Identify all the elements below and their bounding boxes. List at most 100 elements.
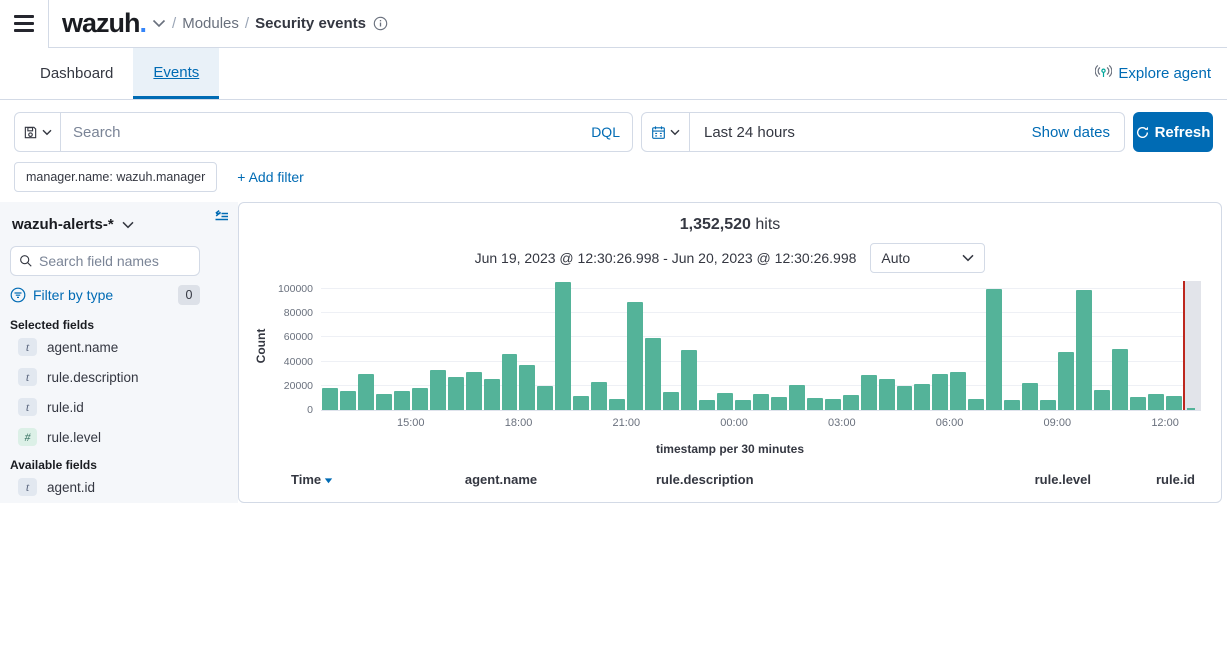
- filter-bar: manager.name: wazuh.manager + Add filter: [0, 158, 1227, 202]
- histogram-bar[interactable]: [357, 373, 374, 410]
- histogram-bar[interactable]: [663, 392, 680, 410]
- histogram-bar[interactable]: [573, 396, 590, 410]
- string-type-icon: t: [18, 368, 37, 386]
- string-type-icon: t: [18, 338, 37, 356]
- x-axis-ticks: 15:00 18:00 21:00 00:00 03:00 06:00 09:00 12:00: [321, 417, 1201, 433]
- histogram-bar[interactable]: [699, 399, 715, 410]
- column-header-time[interactable]: Time: [291, 472, 391, 487]
- histogram-chart: Count 0 20000 40000 60000 80000 100000: [251, 281, 1201, 416]
- histogram-bar[interactable]: [716, 393, 733, 410]
- histogram-bar[interactable]: [627, 301, 644, 410]
- partial-bucket-bar[interactable]: [1186, 408, 1196, 410]
- histogram-bar[interactable]: [824, 399, 841, 410]
- histogram-bar[interactable]: [537, 386, 554, 410]
- histogram-bar[interactable]: [968, 398, 985, 410]
- filter-pill[interactable]: manager.name: wazuh.manager: [14, 162, 218, 192]
- histogram-bar[interactable]: [375, 393, 392, 410]
- refresh-button[interactable]: Refresh: [1133, 112, 1213, 152]
- y-tick-label: 40000: [283, 355, 313, 368]
- field-item-rule-id[interactable]: t rule.id: [10, 392, 200, 422]
- histogram-bar[interactable]: [842, 394, 859, 410]
- string-type-icon: t: [18, 398, 37, 416]
- menu-icon[interactable]: [0, 0, 49, 48]
- histogram-bar[interactable]: [914, 384, 931, 410]
- column-header-rule-id[interactable]: rule.id: [1091, 472, 1195, 487]
- histogram-bar[interactable]: [339, 391, 356, 410]
- field-item-rule-description[interactable]: t rule.description: [10, 362, 200, 392]
- explore-agent-button[interactable]: Explore agent: [1095, 48, 1227, 99]
- field-item-agent-name[interactable]: t agent.name: [10, 332, 200, 362]
- info-icon[interactable]: [373, 16, 388, 31]
- query-language-button[interactable]: DQL: [579, 124, 632, 140]
- collapse-sidebar-icon[interactable]: [213, 208, 230, 227]
- search-input[interactable]: [61, 123, 580, 141]
- y-tick-label: 80000: [283, 307, 313, 320]
- histogram-bar[interactable]: [1111, 348, 1128, 410]
- calendar-button[interactable]: [642, 113, 690, 151]
- app-switcher[interactable]: wazuh.: [49, 8, 166, 39]
- add-filter-button[interactable]: + Add filter: [237, 169, 304, 185]
- hits-line: 1,352,520 hits: [239, 216, 1221, 234]
- date-picker: Last 24 hours Show dates: [640, 112, 1125, 152]
- histogram-bar[interactable]: [896, 386, 913, 410]
- histogram-bar[interactable]: [411, 388, 428, 410]
- x-axis-title: timestamp per 30 minutes: [655, 442, 805, 456]
- histogram-bar[interactable]: [752, 394, 769, 410]
- histogram-bar[interactable]: [1022, 383, 1039, 410]
- histogram-bar[interactable]: [1058, 351, 1075, 410]
- index-pattern-selector[interactable]: wazuh-alerts-*: [10, 210, 238, 233]
- histogram-bar[interactable]: [734, 399, 751, 410]
- field-item-rule-level[interactable]: # rule.level: [10, 422, 200, 452]
- index-pattern-name: wazuh-alerts-*: [12, 216, 114, 233]
- histogram-bar[interactable]: [986, 289, 1003, 410]
- histogram-bar[interactable]: [1076, 289, 1092, 410]
- histogram-bar[interactable]: [1040, 400, 1057, 410]
- histogram-bar[interactable]: [322, 388, 338, 410]
- histogram-bar[interactable]: [483, 378, 500, 410]
- histogram-bar[interactable]: [429, 370, 446, 410]
- histogram-bar[interactable]: [1165, 396, 1182, 410]
- column-header-agent-name[interactable]: agent.name: [391, 472, 611, 487]
- histogram-bar[interactable]: [1004, 399, 1021, 410]
- histogram-bar[interactable]: [932, 374, 949, 410]
- histogram-bar[interactable]: [591, 381, 608, 410]
- histogram-bar[interactable]: [770, 397, 787, 410]
- histogram-bar[interactable]: [447, 377, 464, 410]
- column-header-rule-level[interactable]: rule.level: [951, 472, 1091, 487]
- hits-count: 1,352,520: [679, 216, 751, 233]
- chevron-down-icon: [42, 129, 52, 135]
- filter-by-type-button[interactable]: Filter by type: [10, 287, 113, 303]
- show-dates-button[interactable]: Show dates: [1032, 124, 1124, 141]
- histogram-bar[interactable]: [1147, 394, 1164, 410]
- y-tick-label: 60000: [283, 331, 313, 344]
- column-header-rule-description[interactable]: rule.description: [611, 472, 951, 487]
- tab-dashboard[interactable]: Dashboard: [20, 48, 133, 99]
- histogram-bar[interactable]: [950, 371, 967, 410]
- field-item-agent-id[interactable]: t agent.id: [10, 472, 200, 502]
- field-search-input[interactable]: [39, 253, 179, 269]
- histogram-bar[interactable]: [519, 364, 536, 410]
- histogram-bar[interactable]: [681, 350, 698, 410]
- histogram-bar[interactable]: [806, 397, 823, 410]
- histogram-bar[interactable]: [609, 398, 626, 410]
- histogram-bar[interactable]: [788, 384, 805, 410]
- results-table-header: Time agent.name rule.description rule.le…: [239, 472, 1221, 487]
- interval-select[interactable]: Auto: [870, 243, 986, 273]
- histogram-bar[interactable]: [878, 379, 895, 410]
- histogram-bar[interactable]: [645, 338, 662, 410]
- histogram-bar[interactable]: [555, 281, 572, 410]
- histogram-bar[interactable]: [501, 354, 518, 410]
- histogram-bar[interactable]: [393, 391, 410, 410]
- histogram-bar[interactable]: [1093, 390, 1110, 410]
- chart-subtitle-row: Jun 19, 2023 @ 12:30:26.998 - Jun 20, 20…: [239, 243, 1221, 273]
- breadcrumb-modules[interactable]: Modules: [182, 15, 239, 32]
- tab-events[interactable]: Events: [133, 48, 220, 99]
- histogram-bar[interactable]: [860, 374, 877, 410]
- y-tick-label: 20000: [283, 379, 313, 392]
- saved-query-button[interactable]: [15, 113, 61, 151]
- histogram-bar[interactable]: [1129, 396, 1146, 410]
- sort-desc-icon[interactable]: [324, 472, 333, 487]
- histogram-bar[interactable]: [465, 371, 482, 410]
- time-range-value[interactable]: Last 24 hours: [690, 124, 809, 141]
- string-type-icon: t: [18, 478, 37, 496]
